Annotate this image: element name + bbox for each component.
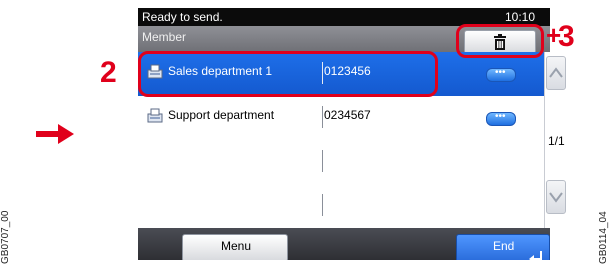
device-screen: Ready to send. 10:10 Member Sales depart…	[138, 8, 550, 260]
selection-highlight	[138, 51, 438, 97]
step-2-callout: 2	[100, 56, 117, 89]
scroll-down-button[interactable]	[546, 180, 566, 214]
enter-icon	[529, 251, 542, 260]
chevron-up-icon	[549, 67, 563, 78]
list-item[interactable]	[138, 184, 546, 229]
arrow-right-icon	[36, 124, 74, 144]
figure-code-left: GB0707_00	[0, 210, 11, 264]
column-separator	[322, 106, 323, 128]
delete-highlight	[456, 24, 544, 58]
member-number: 0234567	[324, 108, 371, 122]
end-button[interactable]: End	[456, 234, 550, 260]
screen-title: Member	[142, 30, 187, 44]
page-indicator: 1/1	[548, 134, 565, 148]
step-3-callout: 3	[558, 20, 575, 53]
details-button[interactable]: •••	[486, 67, 516, 82]
status-message: Ready to send.	[142, 10, 223, 24]
member-name: Support department	[168, 108, 275, 122]
list-item[interactable]	[138, 140, 546, 185]
list-item[interactable]: Support department 0234567 •••	[138, 96, 546, 141]
menu-button[interactable]: Menu	[182, 234, 288, 260]
menu-button-label: Menu	[221, 239, 252, 253]
column-separator	[322, 194, 323, 216]
ellipsis-icon: •••	[495, 67, 506, 78]
chevron-down-icon	[549, 192, 563, 203]
column-separator	[322, 150, 323, 172]
figure-code-right: GB0114_04	[598, 211, 609, 264]
scroll-up-button[interactable]	[546, 56, 566, 90]
details-button[interactable]: •••	[486, 111, 516, 126]
status-time: 10:10	[505, 10, 536, 24]
fax-icon	[147, 108, 163, 123]
ellipsis-icon: •••	[495, 111, 506, 122]
end-button-label: End	[493, 239, 515, 253]
